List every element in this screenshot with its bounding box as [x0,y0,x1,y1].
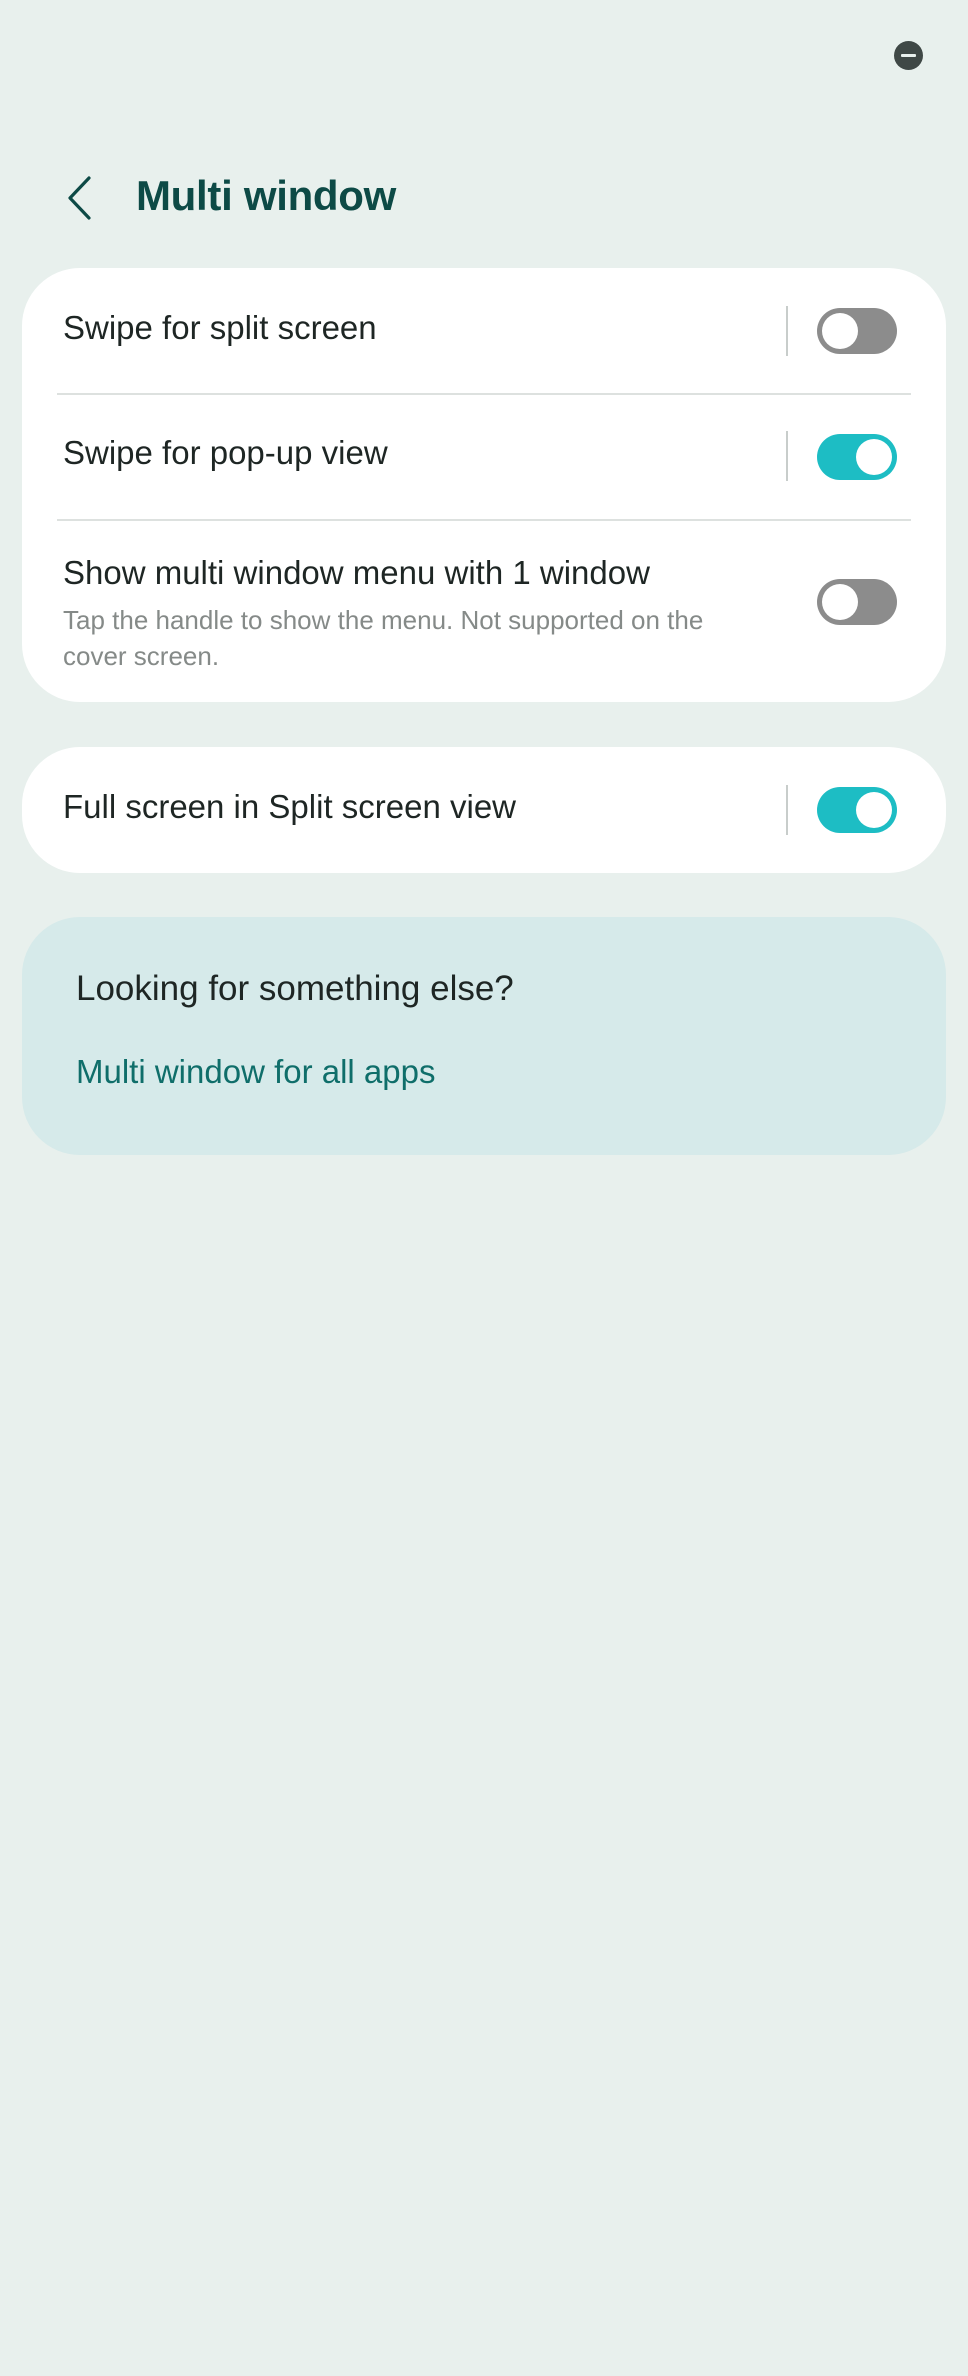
screen: Multi window Swipe for split screen Swip… [0,0,968,2376]
back-button[interactable] [44,162,116,234]
settings-card: Full screen in Split screen view [22,747,946,873]
separator [786,431,788,481]
suggestions-card: Looking for something else? Multi window… [22,917,946,1155]
setting-full-screen-split[interactable]: Full screen in Split screen view [22,747,946,873]
setting-label: Swipe for pop-up view [63,434,388,471]
toggle-knob [856,792,892,828]
setting-swipe-split-screen[interactable]: Swipe for split screen [22,268,946,394]
toggle-swipe-split-screen[interactable] [817,308,897,354]
setting-label: Full screen in Split screen view [63,788,517,825]
toggle-multi-window-menu[interactable] [817,579,897,625]
setting-label: Show multi window menu with 1 window [63,554,650,591]
separator [786,785,788,835]
back-chevron-icon [68,176,91,220]
page-title: Multi window [136,172,397,219]
toggle-knob [822,584,858,620]
header: Multi window [0,160,968,232]
separator [786,306,788,356]
toggle-knob [822,313,858,349]
setting-swipe-popup-view[interactable]: Swipe for pop-up view [22,394,946,520]
toggle-full-screen-split[interactable] [817,787,897,833]
toggle-knob [856,439,892,475]
settings-card: Swipe for split screen Swipe for pop-up … [22,268,946,702]
suggestions-title: Looking for something else? [76,969,514,1008]
do-not-disturb-icon [894,41,923,70]
toggle-swipe-popup-view[interactable] [817,434,897,480]
multi-window-all-apps-link[interactable]: Multi window for all apps [76,1053,436,1091]
setting-label: Swipe for split screen [63,309,377,346]
setting-sublabel: Tap the handle to show the menu. Not sup… [63,605,704,671]
setting-multi-window-menu[interactable]: Show multi window menu with 1 window Tap… [22,520,946,702]
